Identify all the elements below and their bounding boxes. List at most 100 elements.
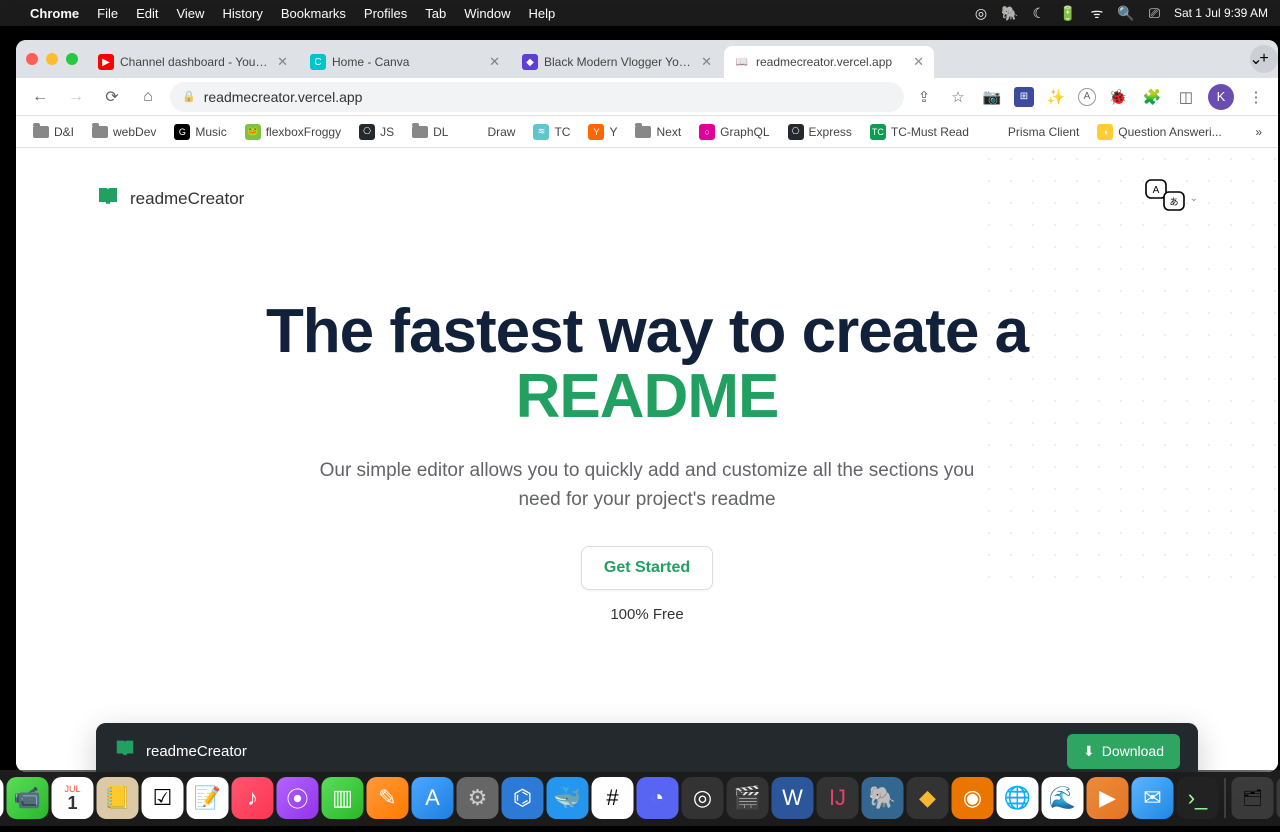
bookmark-item[interactable]: TCTC-Must Read xyxy=(863,121,976,143)
dock-mail[interactable]: ✉ xyxy=(1132,777,1174,819)
bookmark-item[interactable]: ◑Question Answeri... xyxy=(1090,121,1228,143)
dock-docker[interactable]: 🐳 xyxy=(547,777,589,819)
reload-button[interactable]: ⟳ xyxy=(98,83,126,111)
menubar-clock[interactable]: Sat 1 Jul 9:39 AM xyxy=(1174,6,1268,20)
browser-tab[interactable]: ◆ Black Modern Vlogger YouTube ✕ xyxy=(512,46,722,78)
menu-file[interactable]: File xyxy=(97,6,118,21)
browser-tab[interactable]: C Home - Canva ✕ xyxy=(300,46,510,78)
bookmark-item[interactable]: ⎔JS xyxy=(352,121,401,143)
bookmark-item[interactable]: D&I xyxy=(26,122,81,142)
share-icon[interactable]: ⇪ xyxy=(912,85,936,109)
bookmark-item[interactable]: 🐸flexboxFroggy xyxy=(238,121,348,143)
dock-word[interactable]: W xyxy=(772,777,814,819)
spotlight-icon[interactable]: 🔍 xyxy=(1117,5,1134,22)
menubar-app-name[interactable]: Chrome xyxy=(30,6,79,21)
menu-edit[interactable]: Edit xyxy=(136,6,158,21)
tab-close-icon[interactable]: ✕ xyxy=(701,54,712,70)
dock-folder-1[interactable]: 🗂 xyxy=(1232,777,1274,819)
tab-close-icon[interactable]: ✕ xyxy=(277,54,288,70)
bookmark-item[interactable]: GMusic xyxy=(167,121,233,143)
dock-app-orange[interactable]: ▶ xyxy=(1087,777,1129,819)
dock-facetime[interactable]: 📹 xyxy=(7,777,49,819)
tab-close-icon[interactable]: ✕ xyxy=(489,54,500,70)
dock-photos[interactable]: 🌸 xyxy=(0,777,4,819)
dnd-icon[interactable]: ☾ xyxy=(1033,5,1046,22)
dock-numbers[interactable]: ▥ xyxy=(322,777,364,819)
url-input[interactable]: 🔒 readmecreator.vercel.app xyxy=(170,82,904,112)
browser-window: ▶ Channel dashboard - YouTube ✕ C Home -… xyxy=(16,40,1278,772)
download-button[interactable]: ⬇ Download xyxy=(1067,734,1180,769)
editor-logo-text: readmeCreator xyxy=(146,743,247,760)
bookmark-item[interactable]: △Prisma Client xyxy=(980,121,1086,143)
dock-discord[interactable]: ◔ xyxy=(637,777,679,819)
menu-profiles[interactable]: Profiles xyxy=(364,6,407,21)
dock-slack[interactable]: # xyxy=(592,777,634,819)
home-button[interactable]: ⌂ xyxy=(134,83,162,111)
forward-button[interactable]: → xyxy=(62,83,90,111)
tab-overflow-button[interactable]: ⌄ xyxy=(1244,47,1268,71)
dock-pages[interactable]: ✎ xyxy=(367,777,409,819)
dock-reminders[interactable]: ☑ xyxy=(142,777,184,819)
language-switch-button[interactable]: A あ ⌄ xyxy=(1144,178,1198,219)
window-minimize-button[interactable] xyxy=(46,53,58,65)
dock-appstore[interactable]: A xyxy=(412,777,454,819)
bookmark-star-icon[interactable]: ☆ xyxy=(946,85,970,109)
extension-icon-3[interactable]: A xyxy=(1078,88,1096,106)
dock-terminal[interactable]: ›_ xyxy=(1177,777,1219,819)
chrome-menu-icon[interactable]: ⋮ xyxy=(1244,85,1268,109)
window-maximize-button[interactable] xyxy=(66,53,78,65)
window-close-button[interactable] xyxy=(26,53,38,65)
sidepanel-icon[interactable]: ◫ xyxy=(1174,85,1198,109)
dock-davinci[interactable]: 🎬 xyxy=(727,777,769,819)
site-logo[interactable]: readmeCreator xyxy=(96,184,244,214)
dock-calendar[interactable]: JUL1 xyxy=(52,777,94,819)
tab-close-icon[interactable]: ✕ xyxy=(913,54,924,70)
extensions-puzzle-icon[interactable]: 🧩 xyxy=(1140,85,1164,109)
bookmark-item[interactable]: ○GraphQL xyxy=(692,121,776,143)
dock-music[interactable]: ♪ xyxy=(232,777,274,819)
menu-tab[interactable]: Tab xyxy=(425,6,446,21)
camera-icon[interactable]: 📷 xyxy=(980,85,1004,109)
browser-tab[interactable]: 📖 readmecreator.vercel.app ✕ xyxy=(724,46,934,78)
browser-tab[interactable]: ▶ Channel dashboard - YouTube ✕ xyxy=(88,46,298,78)
dock-vscode[interactable]: ⌬ xyxy=(502,777,544,819)
dock-podcasts[interactable]: ⦿ xyxy=(277,777,319,819)
profile-avatar[interactable]: K xyxy=(1208,84,1234,110)
dock-settings[interactable]: ⚙ xyxy=(457,777,499,819)
dock-obs[interactable]: ◎ xyxy=(682,777,724,819)
bookmarks-overflow-button[interactable]: » xyxy=(1249,122,1268,142)
battery-icon[interactable]: 🔋 xyxy=(1059,5,1076,22)
wifi-icon[interactable]: ᯤ xyxy=(1091,4,1104,23)
bookmark-item[interactable]: ≋TC xyxy=(526,121,577,143)
dock-postgres[interactable]: 🐘 xyxy=(862,777,904,819)
dock-sketch[interactable]: ◆ xyxy=(907,777,949,819)
menu-help[interactable]: Help xyxy=(529,6,556,21)
bookmark-item[interactable]: Next xyxy=(628,122,688,142)
url-bar: ← → ⟳ ⌂ 🔒 readmecreator.vercel.app ⇪ ☆ 📷… xyxy=(16,78,1278,116)
bookmark-item[interactable]: ⎔Express xyxy=(781,121,859,143)
extension-icon-4[interactable]: 🐞 xyxy=(1106,85,1130,109)
extension-icon-1[interactable]: ⊞ xyxy=(1014,87,1034,107)
extension-icon-2[interactable]: ✨ xyxy=(1044,85,1068,109)
menu-window[interactable]: Window xyxy=(464,6,510,21)
bookmark-item[interactable]: webDev xyxy=(85,122,163,142)
menu-history[interactable]: History xyxy=(222,6,262,21)
dock-contacts[interactable]: 📒 xyxy=(97,777,139,819)
bookmark-item[interactable]: DL xyxy=(405,122,455,142)
control-center-icon[interactable]: ⎚ xyxy=(1149,5,1160,22)
evernote-icon[interactable]: 🐘 xyxy=(1001,5,1018,22)
bookmark-item[interactable]: YY xyxy=(581,121,624,143)
get-started-button[interactable]: Get Started xyxy=(581,546,713,590)
menu-bookmarks[interactable]: Bookmarks xyxy=(281,6,346,21)
tab-title: Channel dashboard - YouTube xyxy=(120,55,271,69)
dock-notes[interactable]: 📝 xyxy=(187,777,229,819)
bookmark-item[interactable]: ✎Draw xyxy=(459,121,522,143)
dock-idea[interactable]: IJ xyxy=(817,777,859,819)
dock-blender[interactable]: ◉ xyxy=(952,777,994,819)
dock-edge[interactable]: 🌊 xyxy=(1042,777,1084,819)
dock-chrome[interactable]: 🌐 xyxy=(997,777,1039,819)
dock-folder-2[interactable]: 🗂 xyxy=(1277,777,1280,819)
record-icon[interactable]: ◎ xyxy=(975,5,987,22)
menu-view[interactable]: View xyxy=(176,6,204,21)
back-button[interactable]: ← xyxy=(26,83,54,111)
